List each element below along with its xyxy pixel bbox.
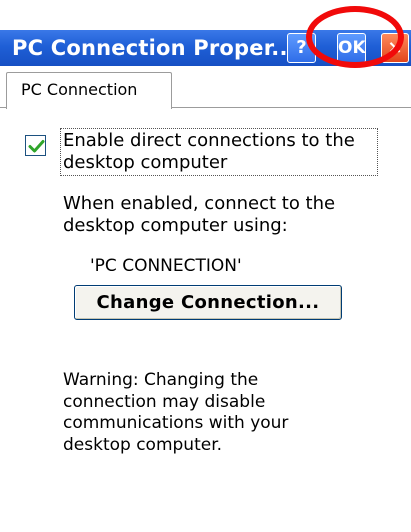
tab-divider [172, 107, 411, 108]
ok-button[interactable]: OK [337, 33, 366, 63]
title-bar-area: PC Connection Proper... ? OK × [0, 0, 411, 69]
description-line-2: desktop computer using: [63, 215, 288, 236]
description-line-1: When enabled, connect to the [63, 193, 336, 214]
checkmark-icon [28, 140, 45, 153]
tab-pc-connection[interactable]: PC Connection [6, 72, 172, 109]
change-connection-button[interactable]: Change Connection... [74, 285, 342, 320]
close-icon: × [387, 37, 403, 58]
tab-bar: PC Connection [0, 66, 411, 109]
warning-text: Warning: Changing the connection may dis… [63, 370, 288, 456]
connection-name: 'PC CONNECTION' [90, 256, 242, 276]
window-title: PC Connection Proper... [12, 36, 296, 60]
enable-connections-checkbox[interactable] [25, 135, 46, 156]
close-button[interactable]: × [381, 33, 409, 63]
warning-line-3: communications with your [63, 413, 289, 433]
warning-line-2: connection may disable [63, 391, 266, 412]
tab-divider [0, 107, 7, 108]
warning-line-4: desktop computer. [63, 434, 223, 455]
help-button[interactable]: ? [287, 33, 316, 63]
warning-line-1: Warning: Changing the [63, 370, 259, 390]
enable-connections-label[interactable]: Enable direct connections to the desktop… [60, 128, 378, 176]
